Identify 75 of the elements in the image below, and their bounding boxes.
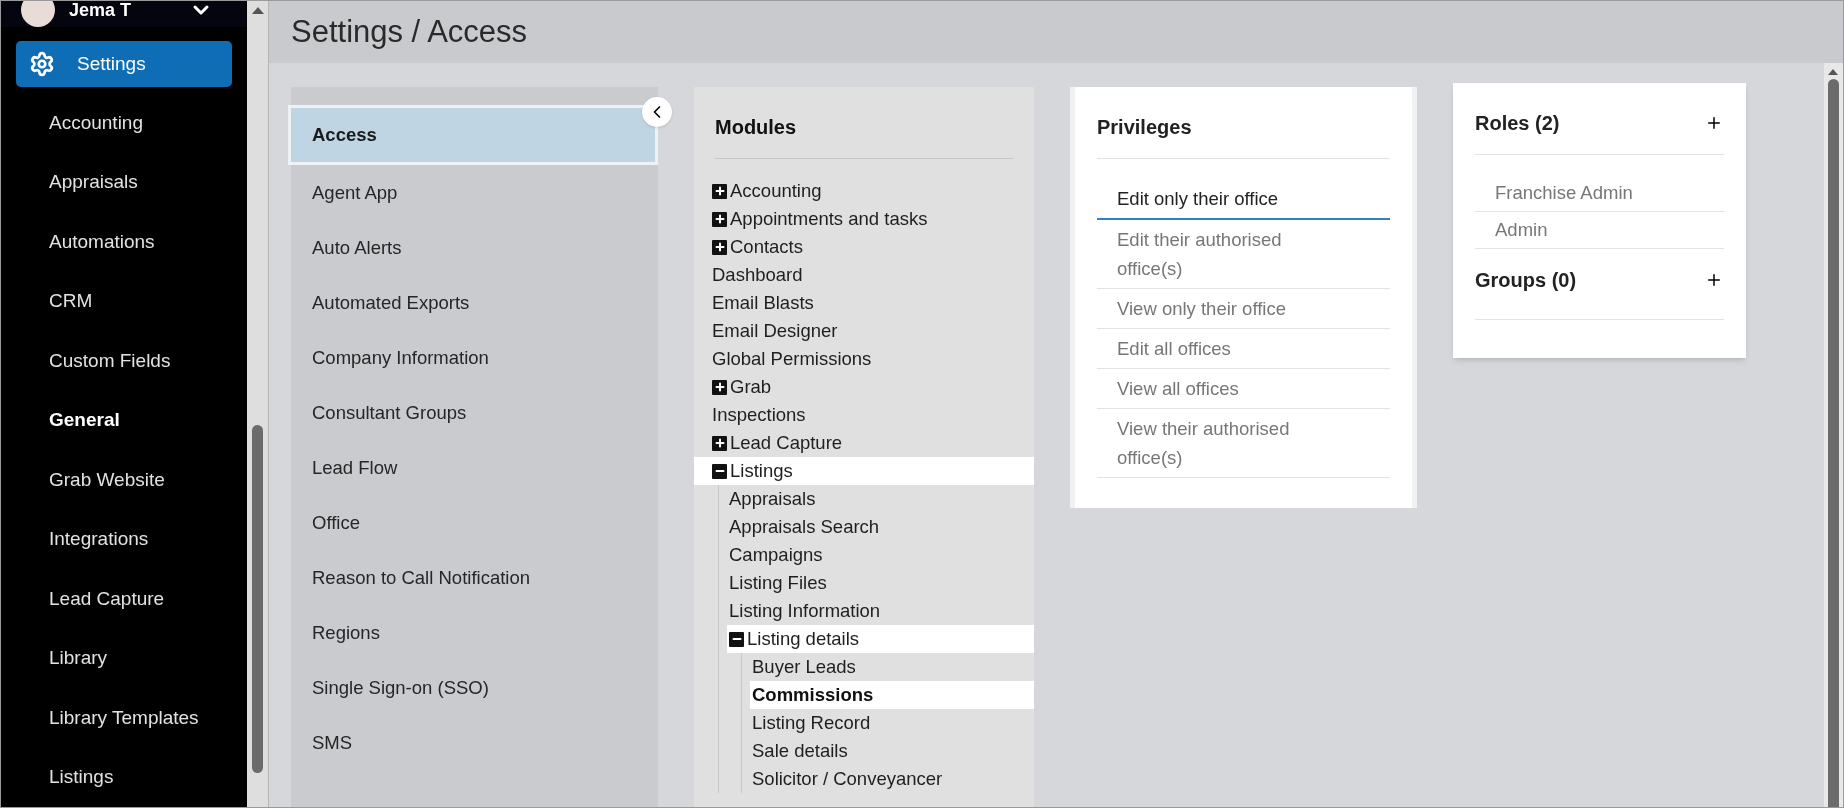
settings-menu-item[interactable]: Office <box>291 495 658 550</box>
module-tree-item[interactable]: Campaigns <box>727 541 1034 569</box>
sidebar-item[interactable]: Automations <box>1 212 247 272</box>
settings-menu-item[interactable]: SMS <box>291 715 658 770</box>
module-tree-item[interactable]: Global Permissions <box>694 345 1034 373</box>
sidebar-item[interactable]: General <box>1 390 247 450</box>
collapse-icon[interactable] <box>729 631 744 647</box>
settings-menu-item[interactable]: Access <box>288 105 658 165</box>
sidebar-item[interactable]: Custom Fields <box>1 331 247 391</box>
settings-menu-item[interactable]: Single Sign-on (SSO) <box>291 660 658 715</box>
module-tree-item[interactable]: Lead Capture <box>694 429 1034 457</box>
modules-title: Modules <box>714 115 798 140</box>
sidebar-item[interactable]: Listings <box>1 747 247 807</box>
module-tree-item[interactable]: Commissions <box>750 681 1034 709</box>
module-tree-item[interactable]: Listing Files <box>727 569 1034 597</box>
settings-nav-button[interactable]: Settings <box>16 41 232 87</box>
role-item[interactable]: Franchise Admin <box>1475 175 1724 212</box>
groups-title: Groups (0) <box>1475 268 1577 293</box>
role-item[interactable]: Admin <box>1475 212 1724 249</box>
collapse-button[interactable] <box>642 97 672 127</box>
privilege-item[interactable]: Edit only their office <box>1097 179 1390 220</box>
user-name: Jema T <box>69 1 133 22</box>
module-tree-item[interactable]: Listing details <box>727 625 1034 653</box>
module-tree-item[interactable]: Listings <box>694 457 1034 485</box>
module-tree-item[interactable]: Appointments and tasks <box>694 205 1034 233</box>
gear-icon <box>29 51 55 77</box>
settings-menu-item[interactable]: Auto Alerts <box>291 220 658 275</box>
avatar <box>21 1 55 27</box>
module-tree-item[interactable]: Solicitor / Conveyancer <box>750 765 1034 793</box>
sidebar-scrollbar[interactable] <box>247 1 269 807</box>
module-tree-item[interactable]: Appraisals <box>727 485 1034 513</box>
privilege-item[interactable]: View their authorised office(s) <box>1097 409 1390 478</box>
privilege-item[interactable]: View only their office <box>1097 289 1390 329</box>
module-tree-item[interactable]: Listing Information <box>727 597 1034 625</box>
expand-icon[interactable] <box>712 183 727 199</box>
settings-menu-item[interactable]: Reason to Call Notification <box>291 550 658 605</box>
sidebar-item[interactable]: Lead Capture <box>1 569 247 629</box>
expand-icon[interactable] <box>712 239 727 255</box>
sidebar-item[interactable]: Integrations <box>1 509 247 569</box>
sidebar-item[interactable]: Appraisals <box>1 152 247 212</box>
sidebar-item[interactable]: Accounting <box>1 93 247 153</box>
page-scrollbar[interactable] <box>1824 63 1843 807</box>
privilege-item[interactable]: View all offices <box>1097 369 1390 409</box>
settings-menu-item[interactable]: Company Information <box>291 330 658 385</box>
module-tree-item[interactable]: Accounting <box>694 177 1034 205</box>
module-tree-item[interactable]: Appraisals Search <box>727 513 1034 541</box>
module-tree-item[interactable]: Email Blasts <box>694 289 1034 317</box>
collapse-icon[interactable] <box>712 463 727 479</box>
module-tree-item[interactable]: Listing Record <box>750 709 1034 737</box>
module-tree-item[interactable]: Email Designer <box>694 317 1034 345</box>
sidebar-item[interactable]: Library <box>1 628 247 688</box>
sidebar-item[interactable]: Library Templates <box>1 688 247 748</box>
page-title: Settings / Access <box>291 12 528 51</box>
module-tree-item[interactable]: Dashboard <box>694 261 1034 289</box>
expand-icon[interactable] <box>712 379 727 395</box>
plus-icon <box>1705 271 1723 289</box>
plus-icon <box>1705 114 1723 132</box>
settings-menu-item[interactable]: Regions <box>291 605 658 660</box>
privilege-item[interactable]: Edit their authorised office(s) <box>1097 220 1390 289</box>
privilege-item[interactable]: Edit all offices <box>1097 329 1390 369</box>
settings-menu-item[interactable]: Lead Flow <box>291 440 658 495</box>
module-tree-item[interactable]: Sale details <box>750 737 1034 765</box>
settings-menu-item[interactable]: Automated Exports <box>291 275 658 330</box>
module-tree-item[interactable]: Buyer Leads <box>750 653 1034 681</box>
module-tree-item[interactable]: Contacts <box>694 233 1034 261</box>
privileges-title: Privileges <box>1097 115 1193 140</box>
expand-icon[interactable] <box>712 435 727 451</box>
settings-menu-item[interactable]: Agent App <box>291 165 658 220</box>
sidebar-item[interactable]: Grab Website <box>1 450 247 510</box>
module-tree-item[interactable]: Grab <box>694 373 1034 401</box>
settings-menu-item[interactable]: Consultant Groups <box>291 385 658 440</box>
roles-title: Roles (2) <box>1475 111 1560 136</box>
expand-icon[interactable] <box>712 211 727 227</box>
sidebar-item[interactable]: CRM <box>1 271 247 331</box>
module-tree-item[interactable]: Inspections <box>694 401 1034 429</box>
